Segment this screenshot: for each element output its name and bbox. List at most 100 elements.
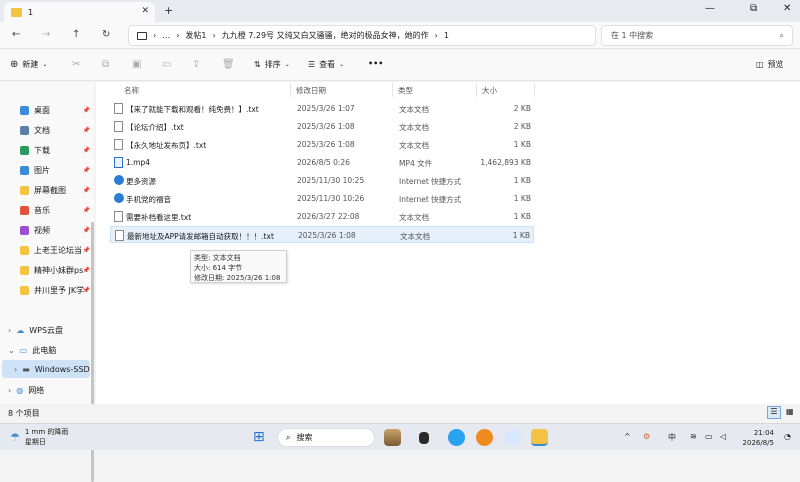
sidebar-item-label: 井川里予 JK学 [34, 285, 85, 295]
file-name: 【论坛介绍】.txt [126, 123, 184, 132]
column-type[interactable]: 类型 [398, 85, 413, 96]
sort-button[interactable]: ⇅ 排序 ⌄ [254, 59, 290, 70]
sidebar-item-wps[interactable]: › ☁ WPS云盘 [8, 322, 63, 338]
chevron-right-icon[interactable]: › [8, 326, 11, 335]
breadcrumb-item[interactable]: 发帖1 [185, 30, 206, 41]
file-type: 文本文档 [399, 141, 429, 150]
sidebar-item-quick[interactable]: 文档 📌 [20, 122, 92, 138]
sidebar-item-quick[interactable]: 下载 📌 [20, 142, 92, 158]
media-app-icon[interactable] [476, 429, 493, 446]
pin-icon[interactable]: 📌 [83, 287, 90, 294]
chevron-down-icon[interactable]: ⌄ [8, 346, 15, 355]
pin-icon[interactable]: 📌 [83, 267, 90, 274]
pin-icon[interactable]: 📌 [83, 207, 90, 214]
sidebar-item-quick[interactable]: 视频 📌 [20, 222, 92, 238]
sidebar-item-network[interactable]: › ◍ 网络 [8, 382, 44, 398]
battery-icon[interactable]: ▭ [705, 432, 713, 441]
file-row[interactable]: 【论坛介绍】.txt 2025/3/26 1:08 文本文档 2 KB [110, 118, 534, 135]
column-size[interactable]: 大小 [482, 85, 497, 96]
pin-icon[interactable]: 📌 [83, 127, 90, 134]
taskbar: ☂ 1 mm 的降雨 星期日 ⊞ ⌕ 搜索 ^ ⚙ 中 ≋ ▭ ◁ 21:04 … [0, 423, 800, 450]
new-button[interactable]: ⊕ 新建 ⌄ [10, 59, 47, 70]
tray-app-icon[interactable]: ⚙ [643, 432, 650, 441]
pin-icon[interactable]: 📌 [83, 167, 90, 174]
column-divider[interactable] [476, 83, 477, 97]
minimize-button[interactable]: — [705, 3, 715, 14]
copy-icon[interactable]: ⧉ [102, 59, 109, 70]
file-explorer-icon[interactable] [531, 429, 548, 446]
tray-chevron-icon[interactable]: ^ [624, 432, 631, 441]
sidebar-item-quick[interactable]: 精神小妹群ps 📌 [20, 262, 92, 278]
file-name: 更多资源 [126, 177, 156, 186]
file-row[interactable]: 更多资源 2025/11/30 10:25 Internet 快捷方式 1 KB [110, 172, 534, 189]
sidebar-item-quick[interactable]: 屏幕截图 📌 [20, 182, 92, 198]
preview-pane-button[interactable]: ◫ 预览 [756, 59, 784, 70]
pin-icon[interactable]: 📌 [83, 187, 90, 194]
close-tab-icon[interactable]: ✕ [141, 6, 149, 16]
column-divider[interactable] [290, 83, 291, 97]
column-name[interactable]: 名称 [124, 85, 139, 96]
forward-button[interactable]: → [42, 29, 50, 40]
sidebar-item-windows-ssd[interactable]: › ▬ Windows-SSD [14, 361, 90, 377]
column-divider[interactable] [392, 83, 393, 97]
breadcrumb-item[interactable]: 九九橙 7.29号 又纯又白又骚骚，绝对的极品女神，她的作 [222, 30, 429, 41]
view-button[interactable]: ☰ 查看 ⌄ [308, 59, 344, 70]
delete-icon[interactable]: 🗑 [222, 59, 235, 70]
maximize-button[interactable]: ⧉ [750, 3, 757, 14]
sidebar-item-label: 下载 [34, 145, 50, 155]
sidebar-item-quick[interactable]: 上老王论坛当 📌 [20, 242, 92, 258]
file-row[interactable]: 手机党的福音 2025/11/30 10:26 Internet 快捷方式 1 KB [110, 190, 534, 207]
up-button[interactable]: ↑ [72, 29, 80, 40]
details-view-icon[interactable]: ☰ [767, 406, 781, 419]
notification-bell-icon[interactable]: ◔ [784, 432, 791, 441]
address-field[interactable]: › … › 发帖1 › 九九橙 7.29号 又纯又白又骚骚，绝对的极品女神，她的… [128, 25, 596, 46]
sort-label: 排序 [264, 60, 281, 69]
sidebar-item-quick[interactable]: 图片 📌 [20, 162, 92, 178]
ime-indicator[interactable]: 中 [668, 432, 676, 443]
share-icon[interactable]: ⇪ [192, 59, 200, 70]
connections-icon[interactable] [504, 429, 521, 446]
pin-icon[interactable]: 📌 [83, 107, 90, 114]
file-row[interactable]: 需要补档看这里.txt 2026/3/27 22:08 文本文档 1 KB [110, 208, 534, 225]
edge-icon[interactable] [448, 429, 465, 446]
sidebar-item-this-pc[interactable]: ⌄ ▭ 此电脑 [8, 342, 56, 358]
breadcrumb-item[interactable]: 1 [444, 31, 449, 40]
start-windows-icon[interactable]: ⊞ [253, 429, 265, 445]
column-divider[interactable] [534, 83, 535, 97]
file-row[interactable]: 最新地址及APP请发邮箱自动获取！！！.txt 2025/3/26 1:08 文本文… [110, 226, 534, 243]
chevron-right-icon[interactable]: › [14, 365, 17, 374]
column-date[interactable]: 修改日期 [296, 85, 326, 96]
volume-icon[interactable]: ◁ [720, 432, 726, 441]
weather-widget[interactable]: ☂ 1 mm 的降雨 星期日 [10, 427, 68, 447]
tab-1[interactable]: 1 ✕ [4, 2, 155, 22]
cut-icon[interactable]: ✂ [72, 59, 80, 70]
close-window-button[interactable]: ✕ [783, 3, 791, 14]
sidebar-item-quick[interactable]: 井川里予 JK学 📌 [20, 282, 92, 298]
chevron-right-icon[interactable]: › [8, 386, 11, 395]
command-bar: ⊕ 新建 ⌄ ✂ ⧉ ▣ ▭ ⇪ 🗑 ⇅ 排序 ⌄ ☰ 查看 ⌄ ••• ◫ 预… [0, 50, 800, 81]
pin-icon[interactable]: 📌 [83, 227, 90, 234]
back-button[interactable]: ← [12, 29, 20, 40]
file-row[interactable]: 【来了就能下载和观看！纯免费！】.txt 2025/3/26 1:07 文本文档 2 … [110, 100, 534, 117]
sidebar-item-label: 网络 [28, 385, 45, 395]
clock[interactable]: 21:04 2026/8/5 [738, 428, 774, 448]
taskbar-search[interactable]: ⌕ 搜索 [277, 428, 375, 447]
more-options-button[interactable]: ••• [368, 59, 383, 68]
widget-app-icon[interactable] [384, 429, 401, 446]
rename-icon[interactable]: ▭ [162, 59, 171, 70]
breadcrumb-more[interactable]: … [162, 31, 170, 40]
refresh-button[interactable]: ↻ [102, 29, 110, 40]
tiles-view-icon[interactable]: ▦ [786, 407, 794, 416]
paste-icon[interactable]: ▣ [132, 59, 141, 70]
file-date: 2026/8/5 0:26 [297, 158, 350, 167]
file-row[interactable]: 【永久地址发布页】.txt 2025/3/26 1:08 文本文档 1 KB [110, 136, 534, 153]
sidebar-item-quick[interactable]: 桌面 📌 [20, 102, 92, 118]
wifi-icon[interactable]: ≋ [690, 432, 697, 441]
terminal-icon[interactable] [419, 432, 429, 444]
new-tab-button[interactable]: + [164, 4, 173, 17]
pin-icon[interactable]: 📌 [83, 147, 90, 154]
file-row[interactable]: 1.mp4 2026/8/5 0:26 MP4 文件 1,462,893 KB [110, 154, 534, 171]
pin-icon[interactable]: 📌 [83, 247, 90, 254]
sidebar-item-quick[interactable]: 音乐 📌 [20, 202, 92, 218]
search-input[interactable]: 在 1 中搜索 ⌕ [601, 25, 793, 46]
